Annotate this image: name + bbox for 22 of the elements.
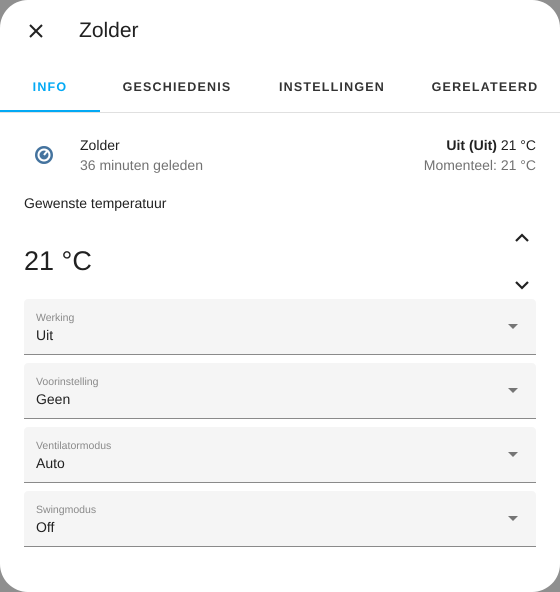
chevron-down-icon (515, 280, 529, 290)
tab[interactable]: INSTELLINGEN (254, 63, 410, 112)
target-temperature-label: Gewenste temperatuur (24, 195, 168, 211)
chevron-up-icon (515, 232, 529, 242)
dialog-title: Zolder (79, 19, 139, 43)
thermostat-icon (34, 145, 54, 165)
state-text: Uit (Uit) 21 °C (446, 137, 536, 153)
close-icon (29, 24, 43, 38)
entity-name: Zolder (80, 137, 121, 153)
dropdown-icon (508, 388, 518, 393)
last-changed-text: 36 minuten geleden (80, 157, 203, 173)
tab[interactable]: GESCHIEDENIS (100, 63, 254, 112)
dropdown-icon (508, 452, 518, 457)
select-field[interactable]: Voorinstelling Geen (24, 363, 536, 419)
dropdown-icon (508, 324, 518, 329)
select-field[interactable]: Ventilatormodus Auto (24, 427, 536, 483)
select-field[interactable]: Werking Uit (24, 299, 536, 355)
current-temperature-text: Momenteel: 21 °C (424, 157, 536, 173)
select-field[interactable]: Swingmodus Off (24, 491, 536, 547)
dropdown-icon (508, 516, 518, 521)
target-temperature-value: 21 °C (24, 246, 92, 276)
tab[interactable]: GERELATEERD (410, 63, 560, 112)
